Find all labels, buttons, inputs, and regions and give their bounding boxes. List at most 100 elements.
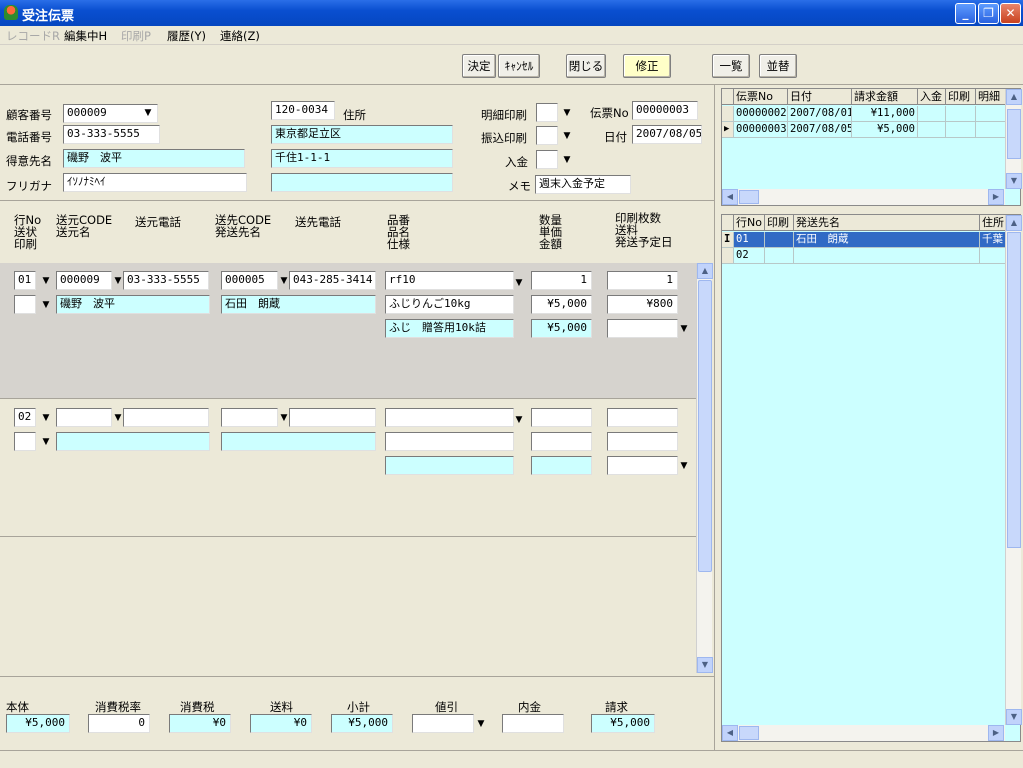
subtotal-field[interactable]: ¥5,000 [331, 714, 393, 733]
chevron-down-icon[interactable]: ▼ [475, 719, 487, 729]
dest-grid-header-address[interactable]: 住所 [980, 215, 1006, 231]
send-print-field[interactable] [14, 432, 36, 451]
deposit-field[interactable] [502, 714, 564, 733]
dest-grid-hscroll[interactable]: ◀ ▶ [722, 725, 1005, 741]
row-no-field[interactable]: 02 [14, 408, 36, 427]
phone-input[interactable]: 03-333-5555 [63, 125, 160, 144]
qty-field[interactable]: 1 [531, 271, 592, 290]
dest-grid-cell[interactable]: 02 [734, 248, 765, 264]
destination-grid[interactable]: 行No 印刷 発送先名 住所 I 01 石田 朗蔵 千葉 02 ▲ ▼ ◀ ▶ [721, 214, 1022, 742]
row-selector[interactable] [722, 248, 734, 264]
slip-grid-header-no[interactable]: 伝票No [734, 89, 788, 105]
dest-grid-cell[interactable]: 千葉 [980, 232, 1006, 248]
prints-field[interactable]: 1 [607, 271, 678, 290]
client-name-field[interactable]: 磯野 波平 [63, 149, 245, 168]
slip-grid-cell[interactable] [976, 122, 1006, 138]
src-tel-field[interactable]: 03-333-5555 [123, 271, 209, 290]
chevron-down-icon[interactable]: ▼ [40, 413, 52, 423]
chevron-down-icon[interactable]: ▼ [678, 461, 690, 471]
menu-contact[interactable]: 連絡(Z) [220, 28, 260, 44]
row-selector[interactable] [722, 106, 734, 122]
spec-field[interactable]: ふじ 贈答用10k詰 [385, 319, 514, 338]
chevron-down-icon[interactable]: ▼ [561, 155, 573, 165]
dest-grid-cell[interactable]: 01 [734, 232, 765, 248]
dst-tel-field[interactable] [289, 408, 376, 427]
dst-tel-field[interactable]: 043-285-3414 [289, 271, 376, 290]
slip-grid-header-date[interactable]: 日付 [788, 89, 852, 105]
scroll-down-icon[interactable]: ▼ [1006, 709, 1022, 725]
slip-grid[interactable]: 伝票No 日付 請求金額 入金 印刷 明細 00000002 2007/08/0… [721, 88, 1022, 206]
restore-icon[interactable]: ❐ [978, 3, 999, 24]
dest-grid-cell[interactable] [794, 248, 980, 264]
item-no-field[interactable] [385, 408, 514, 427]
edit-button[interactable]: 修正 [623, 54, 671, 78]
discount-field[interactable] [412, 714, 474, 733]
scroll-thumb[interactable] [1007, 109, 1021, 159]
price-field[interactable]: ¥5,000 [531, 295, 592, 314]
dest-grid-cell[interactable] [765, 248, 794, 264]
chevron-down-icon[interactable]: ▼ [513, 415, 525, 425]
chevron-down-icon[interactable]: ▼ [561, 108, 573, 118]
slip-grid-cell[interactable]: 00000002 [734, 106, 788, 122]
dest-grid-header-row-no[interactable]: 行No [734, 215, 765, 231]
scroll-down-icon[interactable]: ▼ [1006, 173, 1022, 189]
dst-name-field[interactable] [221, 432, 376, 451]
scroll-down-icon[interactable]: ▼ [697, 657, 713, 673]
spec-field[interactable] [385, 456, 514, 475]
slip-grid-cell[interactable]: 2007/08/01 [788, 106, 852, 122]
memo-input[interactable]: 週末入金予定 [535, 175, 631, 194]
scroll-left-icon[interactable]: ◀ [722, 725, 738, 741]
detail-scrollbar[interactable]: ▲ ▼ [696, 263, 713, 673]
address1-field[interactable]: 東京都足立区 [271, 125, 453, 144]
menu-print[interactable]: 印刷P [121, 28, 151, 44]
slip-grid-cell[interactable]: ¥11,000 [852, 106, 918, 122]
menu-record[interactable]: レコードR [6, 28, 60, 44]
dest-grid-cell[interactable] [765, 232, 794, 248]
chevron-down-icon[interactable]: ▼ [142, 108, 154, 118]
zip-input[interactable]: 120-0034 [271, 101, 335, 120]
menu-history[interactable]: 履歴(Y) [167, 28, 206, 44]
slip-no-input[interactable]: 00000003 [632, 101, 698, 120]
address2-field[interactable]: 千住1-1-1 [271, 149, 453, 168]
scroll-right-icon[interactable]: ▶ [988, 189, 1004, 205]
src-name-field[interactable] [56, 432, 210, 451]
chevron-down-icon[interactable]: ▼ [678, 324, 690, 334]
address3-field[interactable] [271, 173, 453, 192]
chevron-down-icon[interactable]: ▼ [40, 437, 52, 447]
scroll-thumb[interactable] [1007, 232, 1021, 548]
slip-grid-cell[interactable]: 00000003 [734, 122, 788, 138]
total-body-field[interactable]: ¥5,000 [6, 714, 70, 733]
item-name-field[interactable] [385, 432, 514, 451]
dst-code-field[interactable]: 000005 [221, 271, 278, 290]
transfer-print-input[interactable] [536, 126, 558, 145]
slip-grid-header-payment[interactable]: 入金 [918, 89, 946, 105]
price-field[interactable] [531, 432, 592, 451]
slip-grid-header-amount[interactable]: 請求金額 [852, 89, 918, 105]
amount-field[interactable] [531, 456, 592, 475]
row-no-field[interactable]: 01 [14, 271, 36, 290]
src-name-field[interactable]: 磯野 波平 [56, 295, 210, 314]
slip-grid-cell[interactable] [946, 106, 976, 122]
item-name-field[interactable]: ふじりんご10kg [385, 295, 514, 314]
prints-field[interactable] [607, 408, 678, 427]
slip-grid-cell[interactable] [946, 122, 976, 138]
detail-print-input[interactable] [536, 103, 558, 122]
tax-field[interactable]: ¥0 [169, 714, 231, 733]
src-code-field[interactable]: 000009 [56, 271, 112, 290]
chevron-down-icon[interactable]: ▼ [40, 276, 52, 286]
dest-grid-vscroll[interactable]: ▲ ▼ [1005, 215, 1022, 725]
slip-grid-header-print[interactable]: 印刷 [946, 89, 976, 105]
chevron-down-icon[interactable]: ▼ [40, 300, 52, 310]
scroll-thumb[interactable] [739, 726, 759, 740]
close-button[interactable]: 閉じる [566, 54, 606, 78]
scroll-thumb[interactable] [739, 190, 759, 204]
dest-grid-cell[interactable]: 石田 朗蔵 [794, 232, 980, 248]
dst-name-field[interactable]: 石田 朗蔵 [221, 295, 376, 314]
slip-grid-cell[interactable] [976, 106, 1006, 122]
slip-grid-cell[interactable]: 2007/08/05 [788, 122, 852, 138]
close-icon[interactable]: ✕ [1000, 3, 1021, 24]
invoice-field[interactable]: ¥5,000 [591, 714, 655, 733]
text-cursor-icon[interactable]: I [722, 232, 734, 248]
ship-date-field[interactable] [607, 319, 678, 338]
scroll-up-icon[interactable]: ▲ [697, 263, 713, 279]
